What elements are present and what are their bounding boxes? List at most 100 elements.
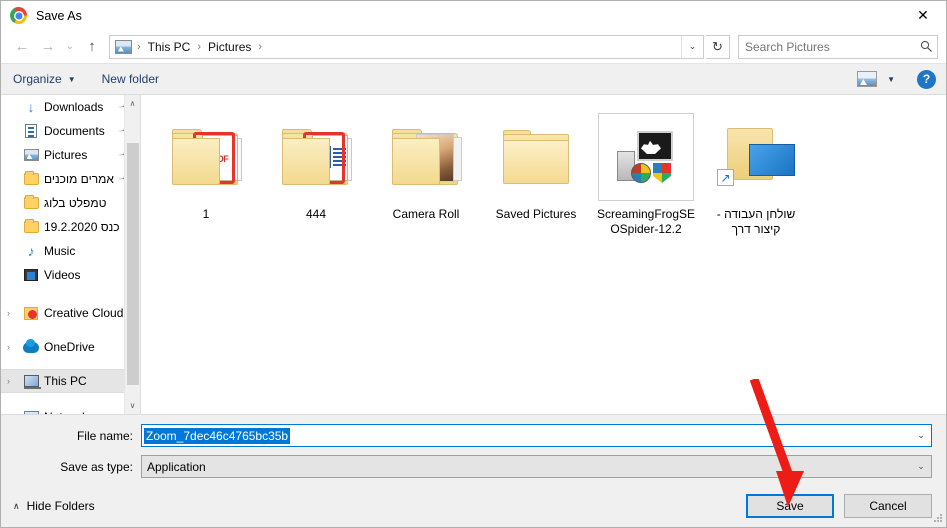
- file-grid: PDF 1 444 Camera Roll Saved Pictures Scr…: [151, 109, 946, 237]
- sidebar-item-label: אמרים מוכנים: [44, 172, 114, 186]
- sidebar-item-template-blog[interactable]: טמפלט בלוג: [1, 191, 140, 215]
- scroll-down-icon[interactable]: ∨: [125, 397, 140, 414]
- chevron-down-icon[interactable]: ▼: [887, 75, 895, 84]
- sidebar-item-creative-cloud-files[interactable]: › Creative Cloud Fil: [1, 301, 140, 325]
- cancel-button[interactable]: Cancel: [844, 494, 932, 518]
- save-as-type-row: Save as type: Application ⌄: [1, 454, 946, 479]
- sidebar-item-label: כנס 19.2.2020: [44, 220, 120, 234]
- dialog-body: ↓ Downloads 📌 Documents 📌 Pictures 📌 אמר…: [1, 95, 946, 414]
- file-name-label: ScreamingFrogSEOSpider-12.2: [596, 207, 696, 236]
- file-item-selected[interactable]: ScreamingFrogSEOSpider-12.2: [591, 109, 701, 237]
- sidebar-item-kenes[interactable]: כנס 19.2.2020: [1, 215, 140, 239]
- file-item[interactable]: Camera Roll: [371, 109, 481, 237]
- file-name-row: File name: Zoom_7dec46c4765bc35b ⌄: [1, 423, 946, 448]
- up-button[interactable]: ↑: [79, 34, 105, 60]
- file-name-label: 444: [305, 207, 327, 221]
- resize-grip[interactable]: [933, 514, 943, 524]
- chevron-right-icon[interactable]: ›: [7, 412, 21, 414]
- sidebar-item-label: This PC: [44, 374, 87, 388]
- file-name-label: 1: [202, 207, 210, 221]
- breadcrumb-item-this-pc[interactable]: This PC: [144, 38, 195, 56]
- video-icon: [21, 269, 41, 281]
- chevron-up-icon: ∧: [13, 500, 20, 511]
- breadcrumb-separator: ›: [258, 40, 263, 53]
- change-view-icon[interactable]: [857, 71, 878, 87]
- file-name-label: Saved Pictures: [495, 207, 577, 221]
- dialog-footer: File name: Zoom_7dec46c4765bc35b ⌄ Save …: [1, 414, 946, 527]
- back-button[interactable]: ←: [9, 34, 35, 60]
- chevron-right-icon[interactable]: ›: [7, 308, 21, 318]
- sidebar-item-label: Videos: [44, 268, 81, 282]
- chevron-right-icon[interactable]: ›: [7, 342, 21, 352]
- new-folder-button[interactable]: New folder: [102, 72, 159, 86]
- chevron-right-icon[interactable]: ›: [7, 376, 21, 386]
- recent-locations-button[interactable]: ⌄: [61, 34, 79, 60]
- file-name-dropdown-icon[interactable]: ⌄: [911, 425, 931, 446]
- save-as-type-value: Application: [147, 459, 206, 474]
- organize-label: Organize: [13, 72, 62, 86]
- sidebar-item-label: Downloads: [44, 100, 104, 114]
- scrollbar-thumb[interactable]: [127, 143, 139, 385]
- hide-folders-button[interactable]: ∧ Hide Folders: [13, 499, 95, 513]
- file-name-input[interactable]: Zoom_7dec46c4765bc35b ⌄: [141, 424, 932, 447]
- sidebar-item-network[interactable]: › Network: [1, 405, 140, 414]
- file-name-label: Camera Roll: [392, 207, 460, 221]
- file-list-pane[interactable]: PDF 1 444 Camera Roll Saved Pictures Scr…: [141, 95, 946, 414]
- refresh-icon[interactable]: ↻: [706, 34, 730, 59]
- sidebar-item-downloads[interactable]: ↓ Downloads 📌: [1, 95, 140, 119]
- search-icon: [915, 40, 937, 53]
- sidebar-item-onedrive[interactable]: › OneDrive: [1, 335, 140, 359]
- sidebar-item-this-pc[interactable]: › This PC: [1, 369, 140, 393]
- breadcrumb[interactable]: › This PC › Pictures ›: [110, 36, 681, 58]
- button-row: ∧ Hide Folders Save Cancel: [1, 485, 946, 527]
- sidebar-item-music[interactable]: ♪ Music: [1, 239, 140, 263]
- address-bar[interactable]: › This PC › Pictures › ⌄: [109, 34, 704, 59]
- sidebar-item-documents[interactable]: Documents 📌: [1, 119, 140, 143]
- download-icon: ↓: [27, 99, 35, 115]
- sidebar-item-label: טמפלט בלוג: [44, 196, 107, 210]
- address-dropdown-icon[interactable]: ⌄: [681, 35, 703, 58]
- new-folder-label: New folder: [101, 72, 159, 86]
- search-box[interactable]: [738, 34, 938, 59]
- close-icon[interactable]: ✕: [900, 1, 946, 30]
- sidebar-scrollbar[interactable]: ∧ ∨: [124, 95, 140, 414]
- chrome-logo-icon: [10, 7, 27, 24]
- sidebar-item-label: OneDrive: [44, 340, 95, 354]
- navigation-bar: ← → ⌄ ↑ › This PC › Pictures › ⌄ ↻: [1, 30, 946, 63]
- toolbar-right-group: ▼ ?: [857, 69, 936, 89]
- navigation-pane: ↓ Downloads 📌 Documents 📌 Pictures 📌 אמר…: [1, 95, 141, 414]
- scroll-up-icon[interactable]: ∧: [125, 95, 140, 112]
- search-input[interactable]: [739, 39, 915, 54]
- file-item[interactable]: Saved Pictures: [481, 109, 591, 237]
- pictures-icon: [21, 149, 41, 161]
- hide-folders-label: Hide Folders: [26, 499, 95, 513]
- sidebar-item-pictures[interactable]: Pictures 📌: [1, 143, 140, 167]
- forward-button[interactable]: →: [35, 34, 61, 60]
- folder-shortcut-icon: ↗: [708, 113, 804, 201]
- save-button[interactable]: Save: [746, 494, 834, 518]
- sidebar-item-amarim-muchanim[interactable]: אמרים מוכנים 📌: [1, 167, 140, 191]
- help-icon[interactable]: ?: [917, 69, 936, 89]
- file-item[interactable]: PDF 1: [151, 109, 261, 237]
- creative-cloud-icon: [21, 306, 41, 320]
- folder-icon: [21, 219, 41, 233]
- organize-button[interactable]: Organize ▼: [13, 72, 76, 86]
- shortcut-arrow-icon: ↗: [717, 169, 734, 186]
- empty-folder-icon: [488, 113, 584, 201]
- file-item[interactable]: 444: [261, 109, 371, 237]
- save-as-type-select[interactable]: Application ⌄: [141, 455, 932, 478]
- pictures-folder-icon: [115, 39, 132, 54]
- breadcrumb-item-pictures[interactable]: Pictures: [204, 38, 255, 56]
- action-buttons: Save Cancel: [746, 494, 932, 518]
- chevron-down-icon: ▼: [67, 74, 76, 84]
- application-icon: [598, 113, 694, 201]
- file-name-value[interactable]: Zoom_7dec46c4765bc35b: [144, 427, 291, 444]
- music-icon: ♪: [27, 243, 35, 259]
- breadcrumb-separator: ›: [137, 40, 141, 53]
- save-as-type-label-text: Save as type:: [60, 459, 133, 474]
- chevron-down-icon[interactable]: ⌄: [911, 456, 931, 477]
- file-item[interactable]: ↗ שולחן העבודה - קיצור דרך: [701, 109, 811, 237]
- sidebar-item-videos[interactable]: Videos: [1, 263, 140, 287]
- command-toolbar: Organize ▼ New folder ▼ ?: [1, 63, 946, 95]
- onedrive-icon: [21, 338, 41, 353]
